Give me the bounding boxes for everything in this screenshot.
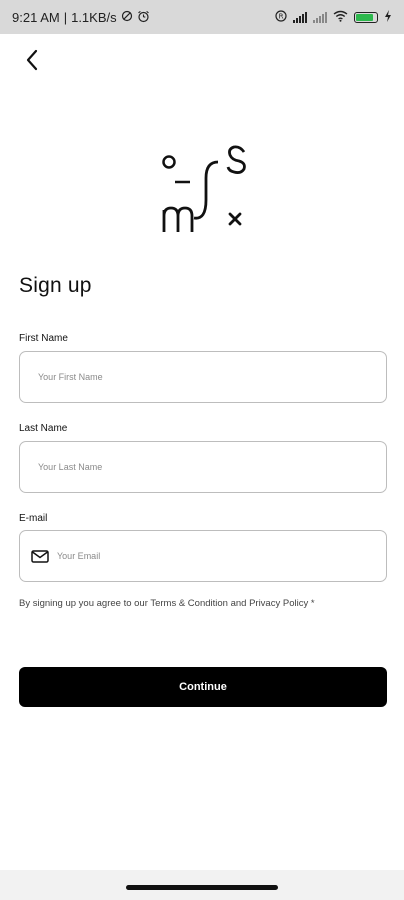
first-name-label: First Name bbox=[19, 333, 68, 344]
battery-icon bbox=[354, 11, 378, 23]
app-logo bbox=[156, 140, 252, 240]
last-name-label: Last Name bbox=[19, 423, 68, 434]
back-button[interactable] bbox=[16, 44, 48, 76]
terms-text: By signing up you agree to our Terms & C… bbox=[19, 598, 315, 609]
signal-2-icon bbox=[313, 11, 327, 23]
chevron-left-icon bbox=[26, 49, 38, 71]
charging-icon bbox=[384, 10, 392, 24]
page-title: Sign up bbox=[19, 274, 92, 297]
wifi-icon bbox=[333, 10, 348, 24]
email-input[interactable] bbox=[49, 551, 386, 561]
home-indicator[interactable] bbox=[126, 885, 278, 890]
signal-icon bbox=[293, 11, 307, 23]
status-left: 9:21 AM | 1.1KB/s bbox=[12, 10, 150, 25]
status-right: R bbox=[275, 10, 392, 24]
first-name-input[interactable] bbox=[20, 372, 386, 382]
alarm-icon bbox=[137, 10, 150, 25]
status-time: 9:21 AM bbox=[12, 9, 60, 25]
sim-icon: R bbox=[275, 10, 287, 24]
email-field[interactable] bbox=[19, 530, 387, 582]
status-separator: | bbox=[63, 9, 68, 25]
last-name-field[interactable] bbox=[19, 441, 387, 493]
continue-button[interactable]: Continue bbox=[19, 667, 387, 707]
email-label: E-mail bbox=[19, 513, 48, 524]
last-name-input[interactable] bbox=[20, 462, 386, 472]
first-name-field[interactable] bbox=[19, 351, 387, 403]
svg-text:R: R bbox=[279, 13, 284, 21]
status-network-speed: 1.1KB/s bbox=[71, 9, 117, 25]
do-not-disturb-icon bbox=[121, 10, 133, 24]
battery-level bbox=[356, 13, 373, 21]
mail-icon bbox=[31, 549, 49, 563]
status-bar: 9:21 AM | 1.1KB/s R bbox=[0, 0, 404, 34]
